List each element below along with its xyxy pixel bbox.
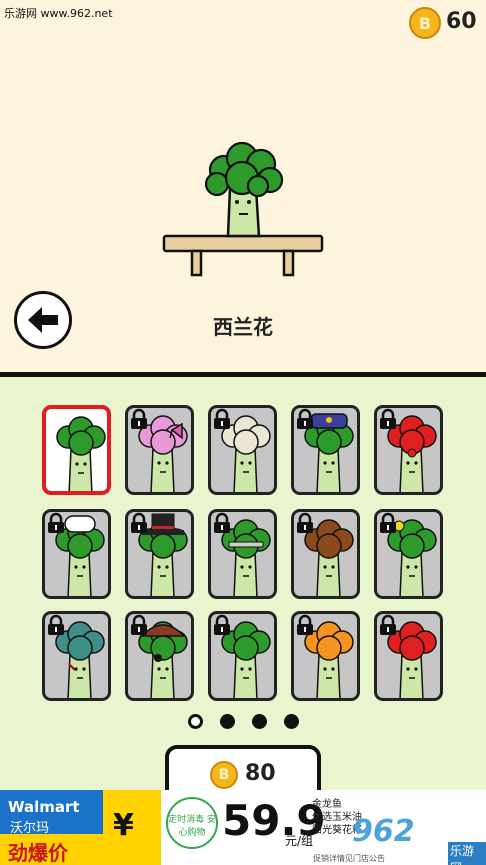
broccoli-character-image: [162, 141, 324, 277]
skin-cell[interactable]: [291, 611, 360, 701]
ad-unit: 元/组: [285, 834, 314, 848]
lock-icon: [131, 408, 147, 429]
coin-icon: B: [210, 761, 238, 789]
skin-cell[interactable]: [125, 405, 194, 495]
ad-brand: Walmart: [8, 798, 80, 816]
lock-icon: [214, 512, 230, 533]
lock-icon: [297, 614, 313, 635]
site-logo-cn: 乐游网: [448, 842, 486, 865]
skin-cell[interactable]: [125, 611, 194, 701]
coin-balance: 60: [446, 9, 477, 34]
skin-cell[interactable]: [42, 509, 111, 599]
ad-footer: 促销详情见门店公告: [313, 854, 385, 863]
lock-icon: [297, 512, 313, 533]
skin-cell[interactable]: [208, 405, 277, 495]
ad-badge: 定时消毒 安心购物: [166, 797, 218, 849]
coin-icon: B: [409, 7, 441, 39]
broccoli-skin-image: [56, 416, 106, 491]
watermark-text: 乐游网 www.962.net: [4, 7, 113, 20]
lock-icon: [380, 614, 396, 635]
site-logo: 962: [352, 814, 415, 849]
lock-icon: [131, 512, 147, 533]
skin-cell[interactable]: [374, 611, 443, 701]
page-dot[interactable]: [284, 714, 299, 729]
skin-cell[interactable]: [374, 405, 443, 495]
lock-icon: [297, 408, 313, 429]
lock-icon: [131, 614, 147, 635]
ad-banner[interactable]: Walmart 沃尔玛 劲爆价 ¥ 定时消毒 安心购物 59.9 元/组 金龙鱼…: [0, 790, 486, 865]
buy-price: 80: [245, 761, 276, 786]
skin-cell[interactable]: [291, 509, 360, 599]
page-dot[interactable]: [220, 714, 235, 729]
lock-icon: [380, 408, 396, 429]
character-name: 西兰花: [213, 315, 273, 339]
lock-icon: [48, 512, 64, 533]
skin-cell[interactable]: [42, 611, 111, 701]
page-dot[interactable]: [188, 714, 203, 729]
ad-yen-badge: ¥: [103, 790, 161, 865]
lock-icon: [380, 512, 396, 533]
lock-icon: [214, 614, 230, 635]
skin-cell[interactable]: [208, 611, 277, 701]
skin-cell[interactable]: [374, 509, 443, 599]
lock-icon: [48, 614, 64, 635]
skin-cell[interactable]: [42, 405, 111, 495]
skin-cell[interactable]: [291, 405, 360, 495]
ad-brand-panel: Walmart 沃尔玛 劲爆价: [0, 790, 103, 865]
page-dot[interactable]: [252, 714, 267, 729]
skin-cell[interactable]: [125, 509, 194, 599]
showcase-panel: 乐游网 www.962.net B 60 西兰花: [0, 0, 486, 372]
skin-cell[interactable]: [208, 509, 277, 599]
ad-tagline: 劲爆价: [8, 841, 68, 865]
lock-icon: [214, 408, 230, 429]
